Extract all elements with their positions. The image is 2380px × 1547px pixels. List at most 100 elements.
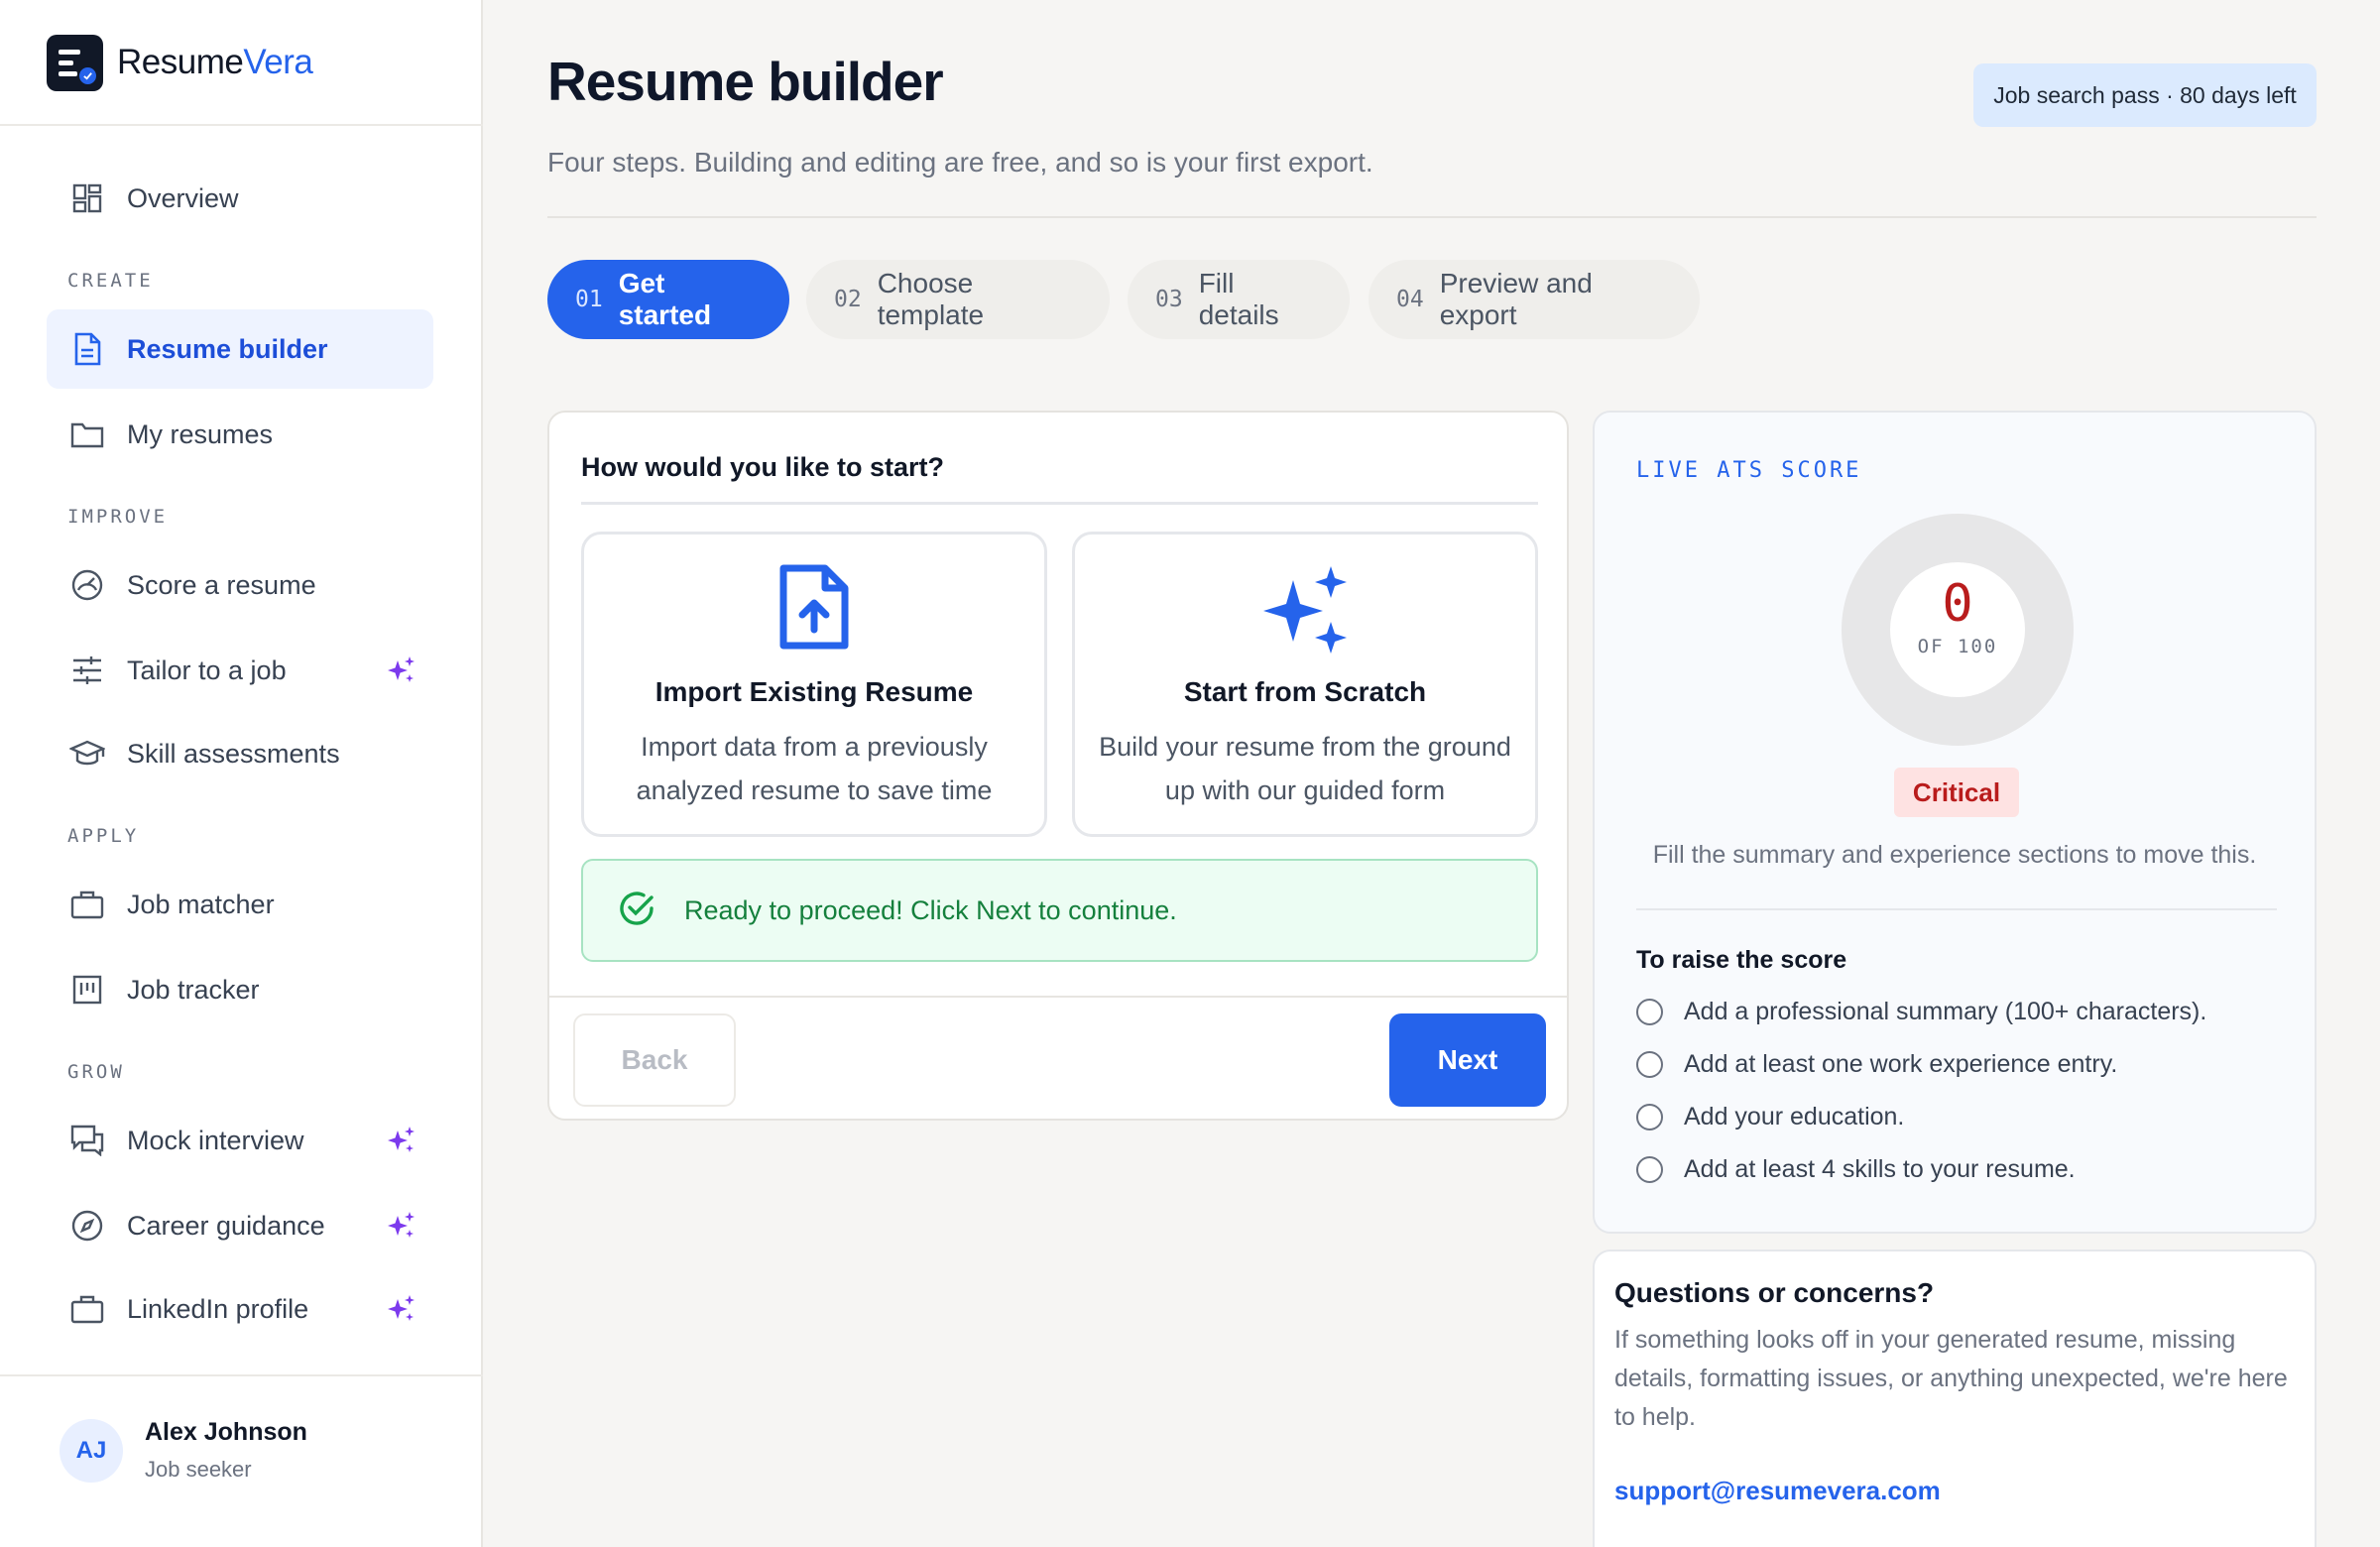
- ats-score-gauge: 0 OF 100: [1842, 514, 2074, 746]
- check-circle-icon: [617, 889, 656, 933]
- option-title: Start from Scratch: [1183, 676, 1427, 707]
- section-label-create: CREATE: [67, 270, 154, 292]
- document-icon: [68, 330, 106, 368]
- ai-sparkle-icon: [388, 1295, 416, 1328]
- job-search-pass-badge: Job search pass · 80 days left: [1973, 63, 2317, 127]
- raise-item[interactable]: Add at least 4 skills to your resume.: [1636, 1155, 2076, 1184]
- raise-item-text: Add at least 4 skills to your resume.: [1684, 1155, 2076, 1183]
- sidebar-divider: [0, 1374, 483, 1376]
- brand[interactable]: ResumeVera: [47, 34, 313, 91]
- step-number: 02: [834, 287, 862, 312]
- raise-item[interactable]: Add your education.: [1636, 1103, 1904, 1131]
- brand-logo-icon: [47, 34, 103, 91]
- page-title: Resume builder: [547, 51, 944, 112]
- raise-item-text: Add your education.: [1684, 1103, 1905, 1130]
- radio-circle-icon[interactable]: [1636, 1104, 1663, 1130]
- start-card: How would you like to start? Import Exis…: [547, 411, 1569, 1121]
- ready-message: Ready to proceed! Click Next to continue…: [684, 894, 1177, 925]
- sidebar-item-label: Score a resume: [127, 569, 316, 600]
- sidebar-item-tailor-job[interactable]: Tailor to a job: [47, 631, 433, 710]
- step-fill-details[interactable]: 03 Fill details: [1128, 260, 1350, 339]
- step-label: Preview and export: [1439, 268, 1593, 330]
- start-heading: How would you like to start?: [581, 452, 945, 482]
- user-profile[interactable]: AJ Alex Johnson Job seeker: [60, 1418, 307, 1483]
- brand-name: ResumeVera: [117, 43, 313, 81]
- sidebar-item-job-tracker[interactable]: Job tracker: [47, 950, 433, 1029]
- heading-divider: [581, 502, 1538, 505]
- raise-item[interactable]: Add at least one work experience entry.: [1636, 1050, 2117, 1079]
- status-badge: Critical: [1894, 768, 2019, 817]
- step-number: 01: [575, 287, 603, 312]
- step-get-started[interactable]: 01 Get started: [547, 260, 789, 339]
- sidebar-item-label: Skill assessments: [127, 738, 340, 769]
- file-upload-icon: [584, 564, 1044, 650]
- option-title: Import Existing Resume: [654, 676, 974, 707]
- support-email-link[interactable]: support@resumevera.com: [1614, 1476, 1941, 1506]
- section-label-apply: APPLY: [67, 825, 140, 847]
- next-button[interactable]: Next: [1389, 1013, 1546, 1107]
- sidebar-item-label: LinkedIn profile: [127, 1293, 309, 1324]
- ats-score-value: 0: [1942, 574, 1973, 634]
- import-existing-resume-option[interactable]: Import Existing Resume Import data from …: [581, 532, 1047, 837]
- sidebar-item-label: Job tracker: [127, 974, 260, 1005]
- raise-item-text: Add a professional summary (100+ charact…: [1684, 998, 2207, 1025]
- ats-heading: LIVE ATS SCORE: [1636, 458, 1862, 483]
- sidebar-item-linkedin-profile[interactable]: LinkedIn profile: [47, 1269, 433, 1349]
- raise-item[interactable]: Add a professional summary (100+ charact…: [1636, 998, 2206, 1026]
- sidebar-item-skill-assessments[interactable]: Skill assessments: [47, 714, 433, 793]
- sidebar: ResumeVera Overview CREATE Resume builde…: [0, 0, 483, 1547]
- live-ats-score-card: LIVE ATS SCORE 0 OF 100 Critical Fill th…: [1593, 411, 2317, 1234]
- sidebar-item-label: Mock interview: [127, 1125, 304, 1155]
- raise-score-title: To raise the score: [1636, 946, 1847, 974]
- radio-circle-icon[interactable]: [1636, 1156, 1663, 1183]
- help-card: Questions or concerns? If something look…: [1593, 1250, 2317, 1547]
- sidebar-item-my-resumes[interactable]: My resumes: [47, 395, 433, 474]
- raise-item-text: Add at least one work experience entry.: [1684, 1050, 2118, 1078]
- chat-bubbles-icon: [68, 1122, 106, 1159]
- kanban-icon: [68, 971, 106, 1009]
- sidebar-item-label: My resumes: [127, 418, 274, 449]
- ai-sparkle-icon: [388, 1212, 416, 1245]
- sidebar-item-resume-builder[interactable]: Resume builder: [47, 309, 433, 389]
- option-description: Import data from a previously analyzed r…: [636, 732, 993, 805]
- sidebar-item-job-matcher[interactable]: Job matcher: [47, 865, 433, 944]
- sidebar-item-mock-interview[interactable]: Mock interview: [47, 1101, 433, 1180]
- help-text: If something looks off in your generated…: [1614, 1326, 2288, 1431]
- sidebar-item-label: Tailor to a job: [127, 654, 287, 685]
- folder-icon: [68, 416, 106, 453]
- radio-circle-icon[interactable]: [1636, 999, 1663, 1025]
- step-number: 03: [1155, 287, 1183, 312]
- speedometer-icon: [68, 566, 106, 604]
- step-preview-export[interactable]: 04 Preview and export: [1368, 260, 1700, 339]
- ats-hint: Fill the summary and experience sections…: [1652, 841, 2257, 869]
- graduation-cap-icon: [68, 735, 106, 773]
- ai-sparkle-icon: [388, 656, 416, 689]
- user-role: Job seeker: [145, 1457, 252, 1482]
- sidebar-item-label: Resume builder: [127, 333, 328, 364]
- section-label-improve: IMPROVE: [67, 506, 169, 528]
- header-divider: [547, 216, 2317, 218]
- ready-alert: Ready to proceed! Click Next to continue…: [581, 859, 1538, 962]
- back-button[interactable]: Back: [573, 1013, 736, 1107]
- sparkles-icon: [1075, 564, 1535, 655]
- radio-circle-icon[interactable]: [1636, 1051, 1663, 1078]
- start-from-scratch-option[interactable]: Start from Scratch Build your resume fro…: [1072, 532, 1538, 837]
- step-choose-template[interactable]: 02 Choose template: [806, 260, 1110, 339]
- sidebar-item-label: Job matcher: [127, 889, 275, 919]
- sidebar-item-career-guidance[interactable]: Career guidance: [47, 1186, 433, 1265]
- sidebar-item-label: Career guidance: [127, 1210, 325, 1241]
- ats-divider: [1636, 908, 2277, 910]
- user-name: Alex Johnson: [145, 1418, 307, 1446]
- page-subtitle: Four steps. Building and editing are fre…: [547, 147, 1373, 178]
- step-label: Get started: [618, 268, 712, 330]
- option-description: Build your resume from the ground up wit…: [1099, 732, 1511, 805]
- sidebar-item-label: Overview: [127, 182, 239, 213]
- sidebar-item-score-resume[interactable]: Score a resume: [47, 545, 433, 625]
- sidebar-item-overview[interactable]: Overview: [47, 159, 433, 238]
- step-label: Choose template: [877, 268, 985, 330]
- briefcase-icon: [68, 886, 106, 923]
- compass-icon: [68, 1207, 106, 1245]
- briefcase-icon: [68, 1290, 106, 1328]
- footer-divider: [549, 996, 1567, 998]
- ats-score-max: OF 100: [1917, 636, 1998, 657]
